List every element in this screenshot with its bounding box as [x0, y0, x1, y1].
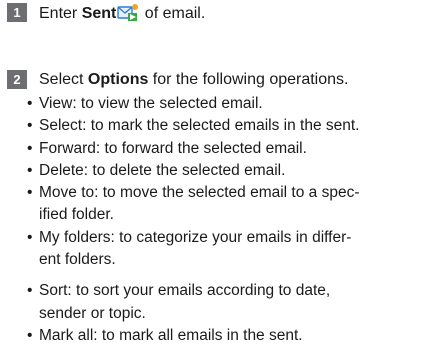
- list-item-text: Forward: to forward the selected email.: [39, 139, 307, 157]
- step-text-post: for the following operations.: [148, 71, 349, 88]
- list-item: Sort: to sort your emails according to d…: [27, 280, 443, 325]
- list-item-text: Sort: to sort your emails according to d…: [39, 282, 331, 300]
- step-2: 2 Select Options for the following opera…: [7, 70, 348, 90]
- step-keyword: Options: [87, 71, 149, 88]
- list-item: Delete: to delete the selected email.: [27, 160, 443, 183]
- options-list: View: to view the selected email. Select…: [27, 93, 443, 348]
- list-item: Select: to mark the selected emails in t…: [27, 115, 443, 138]
- list-item-text: View: to view the selected email.: [39, 95, 263, 112]
- list-item: Forward: to forward the selected email.: [27, 138, 443, 161]
- list-item-text: My folders: to categorize your emails in…: [39, 228, 352, 246]
- step-text-pre: Select: [39, 71, 88, 88]
- list-item: Move to: to move the selected email to a…: [27, 182, 443, 227]
- step-text-pre: Enter: [39, 5, 82, 22]
- list-item-text: Mark all: to mark all emails in the sent…: [39, 326, 303, 344]
- list-item-text: Delete: to delete the selected email.: [39, 161, 286, 179]
- step-instruction: Enter Sent of email.: [39, 3, 205, 24]
- sent-mail-icon: [117, 3, 139, 23]
- list-item-text: Select: to mark the selected emails in t…: [39, 117, 360, 135]
- list-item: Mark all: to mark all emails in the sent…: [27, 325, 443, 348]
- step-text-post: of email.: [140, 5, 206, 22]
- step-number-badge: 2: [7, 70, 27, 89]
- step-1: 1 Enter Sent of email.: [7, 3, 205, 24]
- list-item-text-continued: ent folders.: [39, 251, 116, 269]
- list-item-text-continued: ified folder.: [39, 206, 114, 224]
- step-number-badge: 1: [7, 3, 27, 22]
- list-item-text-continued: sender or topic.: [39, 304, 146, 322]
- list-item: View: to view the selected email.: [27, 93, 443, 116]
- list-item-text: Move to: to move the selected email to a…: [39, 184, 360, 202]
- step-keyword: Sent: [81, 5, 117, 22]
- list-item: My folders: to categorize your emails in…: [27, 227, 443, 272]
- step-instruction: Select Options for the following operati…: [39, 70, 348, 90]
